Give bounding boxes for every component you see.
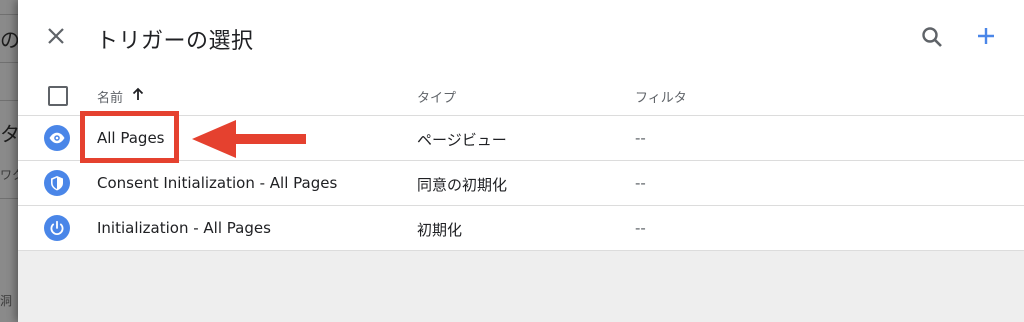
trigger-name-link[interactable]: Initialization - All Pages bbox=[97, 219, 271, 237]
annotation-highlight-box bbox=[80, 111, 179, 163]
annotation-arrow-icon bbox=[192, 120, 306, 158]
trigger-type: 初期化 bbox=[417, 221, 463, 239]
background-text: 洞 bbox=[0, 294, 13, 308]
panel-title: トリガーの選択 bbox=[96, 29, 254, 54]
trigger-filter: -- bbox=[635, 219, 646, 237]
column-header-type: タイプ bbox=[417, 91, 457, 106]
trigger-table: 名前 タイプ フィルタ All Pages ページビュー -- Consent … bbox=[18, 78, 1024, 251]
trigger-filter: -- bbox=[635, 174, 646, 192]
eye-icon bbox=[44, 125, 70, 151]
trigger-name-link[interactable]: Consent Initialization - All Pages bbox=[97, 174, 337, 192]
power-icon bbox=[44, 215, 70, 241]
select-all-checkbox[interactable] bbox=[48, 86, 68, 106]
column-header-name[interactable]: 名前 bbox=[97, 87, 123, 106]
trigger-type: 同意の初期化 bbox=[417, 176, 508, 194]
trigger-filter: -- bbox=[635, 129, 646, 147]
close-button[interactable] bbox=[44, 24, 68, 48]
shield-icon bbox=[44, 170, 70, 196]
add-trigger-button[interactable] bbox=[974, 24, 998, 48]
search-icon bbox=[922, 27, 942, 47]
table-row[interactable]: Consent Initialization - All Pages 同意の初期… bbox=[18, 161, 1024, 206]
add-icon bbox=[978, 28, 994, 44]
table-row[interactable]: Initialization - All Pages 初期化 -- bbox=[18, 206, 1024, 251]
sort-arrow-up-icon[interactable] bbox=[131, 87, 145, 101]
column-header-filter: フィルタ bbox=[635, 91, 687, 106]
trigger-type: ページビュー bbox=[417, 131, 507, 149]
close-icon bbox=[48, 28, 64, 44]
search-button[interactable] bbox=[920, 25, 944, 49]
panel-header: トリガーの選択 bbox=[18, 0, 1024, 78]
